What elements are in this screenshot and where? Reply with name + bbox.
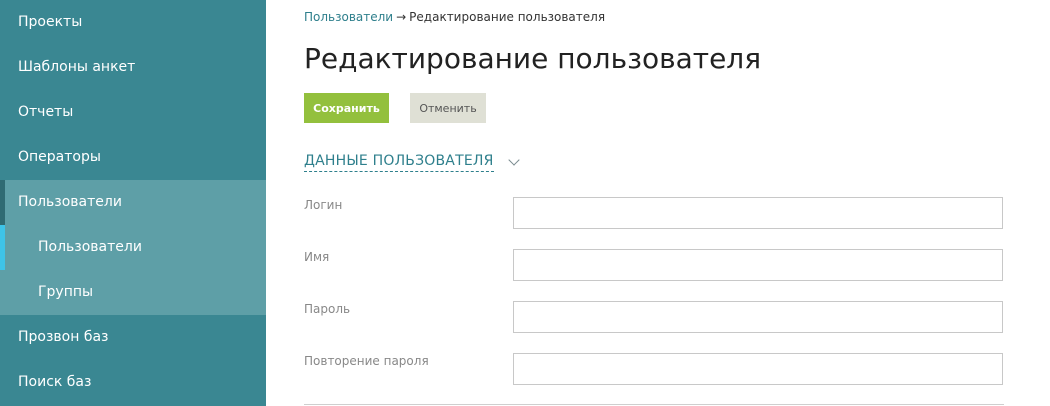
sidebar-item-database-dialing[interactable]: Прозвон баз [0, 315, 266, 360]
sidebar-item-label: Группы [38, 284, 94, 300]
password-repeat-label: Повторение пароля [304, 354, 429, 368]
sidebar-item-label: Прозвон баз [18, 329, 109, 345]
sidebar-item-reports[interactable]: Отчеты [0, 90, 266, 135]
breadcrumb-current: Редактирование пользователя [409, 10, 606, 24]
section-title: ДАННЫЕ ПОЛЬЗОВАТЕЛЯ [304, 153, 494, 172]
name-label: Имя [304, 250, 330, 264]
sidebar-item-database-search[interactable]: Поиск баз [0, 360, 266, 405]
user-data-section-toggle[interactable]: ДАННЫЕ ПОЛЬЗОВАТЕЛЯ [304, 153, 520, 172]
main-content: Пользователи → Редактирование пользователя… [266, 0, 1050, 406]
active-section-indicator [0, 180, 5, 225]
sidebar-subitem-users[interactable]: Пользователи [0, 225, 266, 270]
chevron-down-icon [507, 153, 520, 166]
password-label: Пароль [304, 302, 351, 316]
login-input[interactable] [513, 197, 1003, 229]
password-repeat-input[interactable] [513, 353, 1003, 385]
password-input[interactable] [513, 301, 1003, 333]
sidebar: Проекты Шаблоны анкет Отчеты Операторы П… [0, 0, 266, 406]
login-label: Логин [304, 198, 343, 212]
sidebar-item-label: Шаблоны анкет [18, 59, 136, 75]
sidebar-item-label: Пользователи [38, 239, 142, 255]
sidebar-item-label: Поиск баз [18, 374, 92, 390]
cancel-button[interactable]: Отменить [410, 93, 486, 123]
page-title: Редактирование пользователя [304, 42, 762, 75]
sidebar-item-users-section[interactable]: Пользователи [0, 180, 266, 225]
app: Проекты Шаблоны анкет Отчеты Операторы П… [0, 0, 1050, 406]
current-item-indicator [0, 225, 5, 270]
breadcrumb-link-users[interactable]: Пользователи [304, 10, 393, 24]
divider [304, 404, 1004, 405]
sidebar-item-label: Проекты [18, 14, 83, 30]
sidebar-item-label: Отчеты [18, 104, 74, 120]
breadcrumb-separator: → [396, 10, 407, 24]
sidebar-item-projects[interactable]: Проекты [0, 0, 266, 45]
sidebar-item-operators[interactable]: Операторы [0, 135, 266, 180]
save-button[interactable]: Сохранить [304, 93, 389, 123]
breadcrumb: Пользователи → Редактирование пользователя [304, 10, 605, 24]
sidebar-item-label: Пользователи [18, 194, 122, 210]
sidebar-subitem-groups[interactable]: Группы [0, 270, 266, 315]
sidebar-item-label: Операторы [18, 149, 101, 165]
sidebar-item-survey-templates[interactable]: Шаблоны анкет [0, 45, 266, 90]
name-input[interactable] [513, 249, 1003, 281]
